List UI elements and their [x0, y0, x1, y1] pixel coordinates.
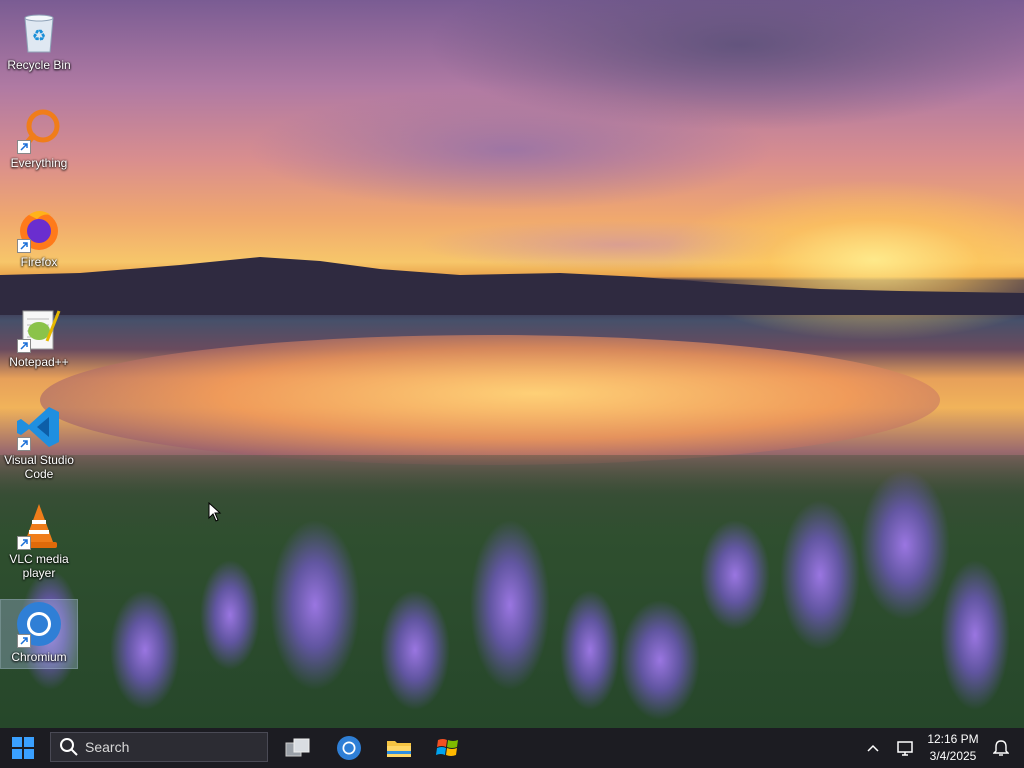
notification-center-button[interactable] — [990, 728, 1012, 768]
wallpaper-flower — [470, 520, 550, 690]
taskbar-file-explorer-button[interactable] — [375, 728, 423, 768]
taskbar: Search 12:16 PM 3/4/2025 — [0, 728, 1024, 768]
taskbar-search-box[interactable]: Search — [50, 732, 268, 762]
task-view-icon — [285, 738, 310, 757]
chromium-icon — [337, 736, 361, 760]
mouse-cursor-icon — [208, 502, 222, 522]
network-status-button[interactable] — [892, 728, 918, 768]
desktop-icon-vscode[interactable]: Visual Studio Code — [1, 403, 77, 481]
wallpaper-flower — [620, 600, 700, 720]
wallpaper-flower — [270, 520, 360, 690]
notification-icon — [993, 740, 1009, 756]
desktop-icon-label: Recycle Bin — [7, 58, 71, 72]
desktop-icon-notepad-plus-plus[interactable]: Notepad++ — [1, 305, 77, 369]
recycle-bin-icon: ♻ — [24, 14, 54, 53]
desktop-icon-firefox[interactable]: Firefox — [1, 205, 77, 269]
desktop-icon-label: Firefox — [20, 255, 58, 269]
clock-time: 12:16 PM — [927, 732, 979, 746]
wallpaper-flower — [560, 590, 620, 710]
desktop-icon-recycle-bin[interactable]: ♻ Recycle Bin — [1, 8, 77, 72]
wallpaper-flower — [860, 470, 950, 620]
taskbar-windows-flag-button[interactable] — [424, 728, 472, 768]
network-icon — [897, 741, 913, 756]
windows-flag-icon — [436, 739, 458, 756]
wallpaper-flower — [700, 520, 770, 630]
desktop-icon-label: Visual Studio Code — [4, 453, 74, 481]
shortcut-arrow-icon — [17, 339, 31, 353]
wallpaper-hills — [0, 257, 1024, 315]
shortcut-arrow-icon — [17, 536, 31, 550]
clock-date: 3/4/2025 — [929, 749, 977, 763]
shortcut-arrow-icon — [17, 239, 31, 253]
shortcut-arrow-icon — [17, 140, 31, 154]
desktop-icon-chromium[interactable]: Chromium — [0, 599, 78, 669]
desktop-icon-vlc[interactable]: VLC media player — [1, 502, 77, 580]
wallpaper-cloud — [250, 90, 770, 210]
wallpaper-flower — [110, 590, 180, 710]
shortcut-arrow-icon — [17, 437, 31, 451]
wallpaper-flower — [780, 500, 860, 650]
show-hidden-icons-button[interactable] — [862, 728, 884, 768]
wallpaper-flower — [200, 560, 260, 670]
shortcut-arrow-icon — [17, 634, 31, 648]
desktop-wallpaper[interactable]: ♻ Recycle Bin Everything Firefox Notepad… — [0, 0, 1024, 728]
file-explorer-icon — [387, 741, 411, 757]
desktop-icon-label: Everything — [10, 156, 68, 170]
wallpaper-lake — [40, 335, 940, 465]
wallpaper-flower — [380, 590, 450, 710]
taskbar-clock[interactable]: 12:16 PM 3/4/2025 — [920, 731, 986, 765]
desktop-icon-label: Notepad++ — [9, 355, 69, 369]
wallpaper-flower — [940, 560, 1010, 710]
search-icon — [60, 738, 78, 756]
chevron-up-icon — [867, 744, 879, 752]
desktop-icon-label: VLC media player — [9, 552, 69, 580]
svg-text:♻: ♻ — [32, 28, 46, 45]
taskbar-chromium-button[interactable] — [325, 728, 373, 768]
windows-logo-icon — [12, 737, 34, 759]
task-view-button[interactable] — [274, 728, 322, 768]
start-button[interactable] — [0, 728, 46, 768]
desktop-icon-everything[interactable]: Everything — [1, 106, 77, 170]
desktop-icon-label: Chromium — [11, 650, 67, 664]
search-placeholder: Search — [85, 739, 130, 755]
